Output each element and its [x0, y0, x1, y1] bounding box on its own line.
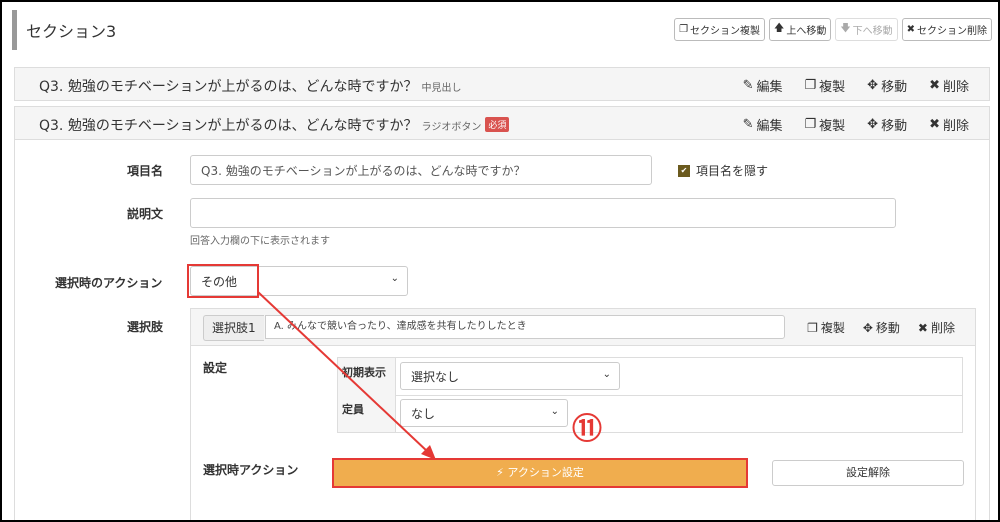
settings-label: 設定	[203, 361, 228, 375]
item-name-input[interactable]: Q3. 勉強のモチベーションが上がるのは、どんな時ですか？	[190, 155, 652, 185]
question-type-label: 中見出し	[421, 83, 462, 94]
initial-display-row: 初期表示 選択なし ⌄	[338, 358, 962, 396]
selected-action-label: 選択時アクション	[203, 463, 299, 477]
capacity-label: 定員	[338, 395, 396, 432]
section-move-up-button[interactable]: 🡅 上へ移動	[769, 18, 832, 41]
arrow-up-icon: 🡅	[774, 23, 785, 34]
required-badge: 必須	[485, 117, 510, 132]
choice-actions: ❐ 複製 ✥ 移動 ✖ 削除	[807, 319, 955, 336]
initial-display-select[interactable]: 選択なし ⌄	[400, 362, 620, 390]
move-button[interactable]: ✥ 移動	[867, 76, 907, 95]
move-icon: ✥	[867, 78, 879, 93]
move-icon: ✥	[862, 320, 873, 335]
pencil-icon: ✎	[742, 117, 754, 132]
edit-button[interactable]: ✎ 編集	[743, 115, 783, 134]
copy-icon: ❐	[807, 320, 818, 335]
section-title: セクション3	[26, 22, 117, 41]
close-icon: ✖	[929, 117, 940, 132]
section-header: セクション3 ❐ セクション複製 🡅 上へ移動 🡇 下へ移動 ✖ セクション削除	[12, 10, 992, 50]
chevron-down-icon: ⌄	[390, 273, 399, 284]
initial-display-label: 初期表示	[338, 358, 396, 395]
capacity-row: 定員 なし ⌄	[338, 395, 962, 432]
section-accent-bar	[12, 10, 17, 50]
release-setting-button[interactable]: 設定解除	[772, 460, 964, 486]
pencil-icon: ✎	[742, 78, 754, 93]
choice-text-input[interactable]: A. みんなで競い合ったり、達成感を共有したりしたとき	[265, 315, 785, 339]
item-name-label: 項目名	[127, 164, 164, 178]
description-input[interactable]	[190, 198, 896, 228]
copy-button[interactable]: ❐ 複製	[804, 76, 845, 95]
action-setting-button[interactable]: ⚡ アクション設定	[332, 458, 748, 488]
arrow-down-icon: 🡇	[840, 23, 851, 34]
question-actions: ✎ 編集 ❐ 複製 ✥ 移動 ✖ 削除	[743, 115, 969, 134]
choices-label: 選択肢	[127, 320, 164, 334]
move-icon: ✥	[867, 117, 879, 132]
question-row-heading[interactable]: Q3. 勉強のモチベーションが上がるのは、どんな時ですか？ 中見出し ✎ 編集 ❐ 複…	[14, 67, 990, 101]
hide-item-name-checkbox[interactable]: ✔ 項目名を隠す	[678, 162, 768, 179]
copy-icon: ❐	[804, 78, 817, 93]
chevron-down-icon: ⌄	[550, 406, 559, 417]
chevron-down-icon: ⌄	[602, 369, 611, 380]
highlight-box	[187, 264, 259, 298]
question-title: Q3. 勉強のモチベーションが上がるのは、どんな時ですか？ 中見出し	[39, 79, 462, 95]
move-button[interactable]: ✥ 移動	[863, 319, 900, 336]
copy-button[interactable]: ❐ 複製	[807, 319, 845, 336]
question-row-radio[interactable]: Q3. 勉強のモチベーションが上がるのは、どんな時ですか？ ラジオボタン 必須 ✎ 編…	[14, 106, 990, 140]
section-delete-button[interactable]: ✖ セクション削除	[901, 18, 992, 41]
copy-icon: ❐	[804, 117, 817, 132]
description-label: 説明文	[127, 207, 164, 221]
delete-button[interactable]: ✖ 削除	[918, 319, 955, 336]
delete-button[interactable]: ✖ 削除	[929, 115, 969, 134]
section-toolbar: ❐ セクション複製 🡅 上へ移動 🡇 下へ移動 ✖ セクション削除	[674, 18, 992, 41]
select-action-label: 選択時のアクション	[55, 276, 163, 290]
close-icon: ✖	[906, 24, 915, 35]
capacity-select[interactable]: なし ⌄	[400, 399, 568, 427]
choice-number-tag: 選択肢1	[203, 315, 264, 341]
edit-button[interactable]: ✎ 編集	[743, 76, 783, 95]
choice-settings-table: 初期表示 選択なし ⌄ 定員 なし ⌄	[337, 357, 963, 433]
question-actions: ✎ 編集 ❐ 複製 ✥ 移動 ✖ 削除	[743, 76, 969, 95]
check-icon: ✔	[678, 164, 690, 177]
close-icon: ✖	[917, 320, 928, 335]
copy-icon: ❐	[679, 24, 689, 35]
section-copy-button[interactable]: ❐ セクション複製	[674, 18, 766, 41]
step-callout-number: ⑪	[572, 412, 602, 447]
question-title: Q3. 勉強のモチベーションが上がるのは、どんな時ですか？ ラジオボタン 必須	[39, 115, 510, 135]
section-move-down-button[interactable]: 🡇 下へ移動	[835, 18, 898, 41]
move-button[interactable]: ✥ 移動	[867, 115, 907, 134]
close-icon: ✖	[929, 78, 940, 93]
description-help-text: 回答入力欄の下に表示されます	[190, 236, 330, 247]
choice-header: 選択肢1 A. みんなで競い合ったり、達成感を共有したりしたとき ❐ 複製 ✥ 移動…	[191, 309, 975, 346]
delete-button[interactable]: ✖ 削除	[929, 76, 969, 95]
copy-button[interactable]: ❐ 複製	[804, 115, 845, 134]
question-type-label: ラジオボタン	[421, 122, 482, 133]
